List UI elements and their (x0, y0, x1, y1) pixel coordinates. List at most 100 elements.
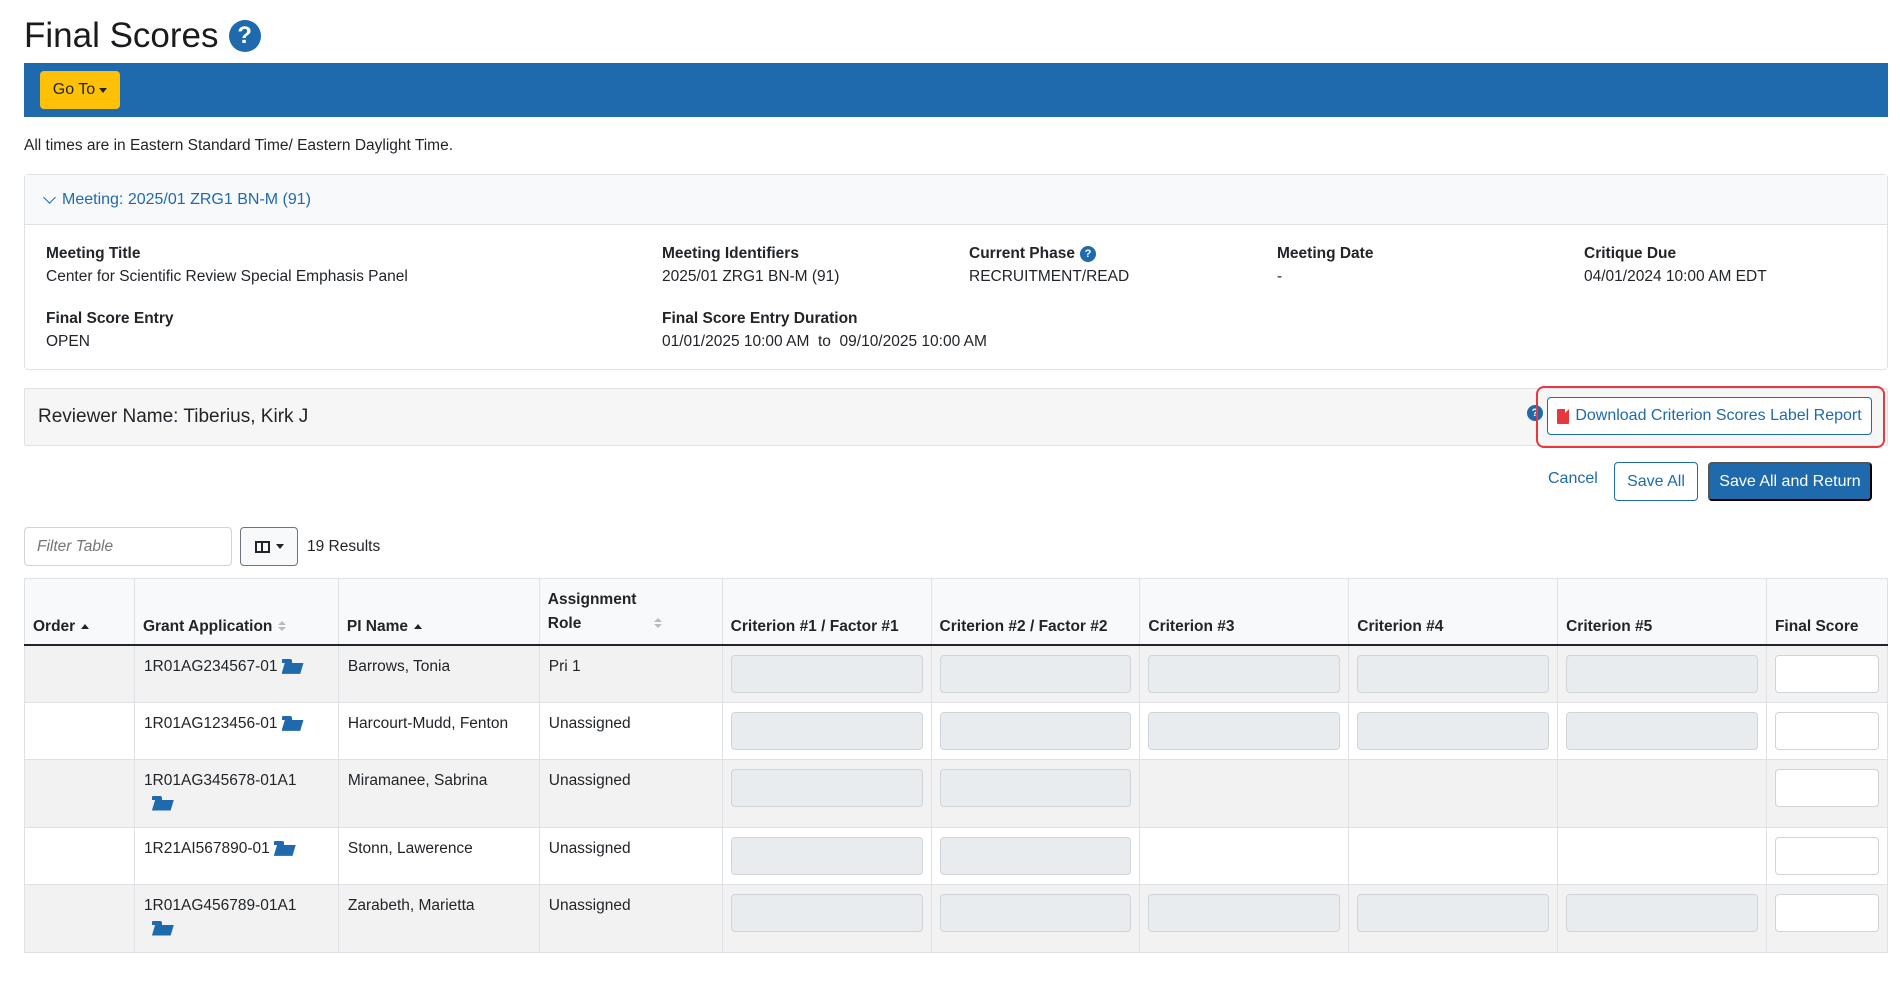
criterion-cell (1139, 826, 1350, 885)
field-label: Final Score Entry (46, 310, 174, 327)
role-cell: Unassigned (538, 883, 723, 953)
field-value: RECRUITMENT/READ (969, 268, 1130, 285)
header-label: PI Name (346, 617, 409, 635)
final-score-cell (1765, 883, 1889, 953)
folder-open-icon[interactable] (281, 715, 304, 731)
criterion-cell (721, 883, 932, 953)
criterion-cell (1348, 826, 1559, 885)
criterion-score-field (939, 654, 1132, 693)
header-criterion-1: Criterion #1 / Factor #1 (721, 578, 932, 646)
timezone-note: All times are in Eastern Standard Time/ … (24, 137, 454, 154)
criterion-cell (721, 644, 932, 703)
table-row: 1R01AG234567-01 Barrows, Tonia Pri 1 (24, 644, 1889, 703)
field-value: 01/01/2025 10:00 AM to 09/10/2025 10:00 … (662, 333, 987, 350)
header-order[interactable]: Order (24, 578, 135, 646)
criterion-score-field (1148, 893, 1341, 932)
grant-id: 1R01AG456789-01A1 (143, 896, 297, 914)
page-title: Final Scores ? (24, 16, 261, 56)
folder-open-icon[interactable] (151, 920, 174, 936)
header-grant[interactable]: Grant Application (133, 578, 339, 646)
criterion-cell (930, 701, 1141, 760)
table-header-row: Order Grant Application PI Name Assignme… (24, 578, 1889, 646)
goto-label: Go To (52, 81, 96, 98)
final-score-input[interactable] (1774, 836, 1879, 875)
final-score-input[interactable] (1774, 893, 1879, 932)
criterion-score-field (730, 711, 923, 750)
goto-dropdown-button[interactable]: Go To (40, 71, 120, 109)
header-criterion-4: Criterion #4 (1348, 578, 1559, 646)
criterion-score-field (1566, 893, 1758, 932)
pi-name-cell: Zarabeth, Marietta (337, 883, 540, 953)
folder-open-icon[interactable] (151, 795, 174, 811)
criterion-cell (1348, 701, 1559, 760)
criterion-cell (1557, 644, 1767, 703)
field-value: OPEN (46, 333, 90, 350)
field-label: Critique Due (1584, 245, 1677, 262)
filter-table-input[interactable] (24, 527, 232, 566)
entry-duration-field: Final Score Entry Duration 01/01/2025 10… (662, 310, 987, 351)
field-label: Final Score Entry Duration (662, 310, 858, 327)
grant-id: 1R21AI567890-01 (143, 839, 270, 857)
order-cell (24, 701, 135, 760)
help-icon[interactable]: ? (228, 20, 261, 52)
criterion-cell (1139, 758, 1350, 828)
pdf-icon (1557, 408, 1570, 424)
role-cell: Unassigned (538, 701, 723, 760)
header-criterion-3: Criterion #3 (1139, 578, 1350, 646)
meeting-panel: Meeting: 2025/01 ZRG1 BN-M (91) Meeting … (24, 174, 1888, 370)
criterion-score-field (730, 893, 923, 932)
folder-open-icon[interactable] (281, 658, 304, 674)
save-all-button[interactable]: Save All (1614, 462, 1698, 501)
reviewer-name: Reviewer Name: Tiberius, Kirk J (38, 406, 309, 427)
sort-icon (653, 618, 662, 629)
sort-asc-icon (414, 623, 423, 629)
criterion-score-field (939, 893, 1132, 932)
field-value: Center for Scientific Review Special Emp… (46, 268, 408, 285)
critique-due-field: Critique Due 04/01/2024 10:00 AM EDT (1584, 245, 1767, 286)
grant-id: 1R01AG345678-01A1 (143, 771, 297, 789)
final-score-cell (1765, 701, 1889, 760)
folder-open-icon[interactable] (273, 840, 296, 856)
criterion-score-field (939, 768, 1132, 807)
column-toggle-button[interactable] (240, 527, 298, 566)
header-final-score: Final Score (1765, 578, 1889, 646)
header-pi-name[interactable]: PI Name (337, 578, 540, 646)
criterion-score-field (1357, 711, 1550, 750)
field-value: 2025/01 ZRG1 BN-M (91) (662, 268, 840, 285)
caret-down-icon (275, 544, 284, 549)
results-count: 19 Results (307, 538, 381, 555)
grant-cell: 1R01AG234567-01 (133, 644, 339, 703)
field-label-text: Current Phase (969, 245, 1075, 262)
pi-name-cell: Harcourt-Mudd, Fenton (337, 701, 540, 760)
field-label: Current Phase? (969, 245, 1129, 263)
criterion-cell (930, 883, 1141, 953)
meeting-panel-toggle[interactable]: Meeting: 2025/01 ZRG1 BN-M (91) (25, 175, 1887, 225)
grant-id: 1R01AG123456-01 (143, 714, 278, 732)
toolbar: Go To (24, 63, 1888, 117)
final-score-input[interactable] (1774, 711, 1879, 750)
criterion-cell (930, 644, 1141, 703)
criterion-cell (721, 826, 932, 885)
final-score-input[interactable] (1774, 654, 1879, 693)
criterion-cell (1557, 758, 1767, 828)
field-label: Meeting Identifiers (662, 245, 799, 262)
grant-cell: 1R01AG456789-01A1 (133, 883, 339, 953)
criterion-cell (1348, 883, 1559, 953)
grant-cell: 1R21AI567890-01 (133, 826, 339, 885)
sort-icon (278, 621, 287, 632)
cancel-link[interactable]: Cancel (1548, 470, 1598, 488)
download-report-button[interactable]: Download Criterion Scores Label Report (1547, 397, 1872, 435)
final-score-entry-field: Final Score Entry OPEN (46, 310, 173, 351)
final-score-input[interactable] (1774, 768, 1879, 807)
help-icon[interactable]: ? (1079, 246, 1096, 262)
field-value: 04/01/2024 10:00 AM EDT (1584, 268, 1767, 285)
header-role[interactable]: Assignment Role (538, 578, 723, 646)
grant-cell: 1R01AG345678-01A1 (133, 758, 339, 828)
header-label: Grant Application (142, 617, 273, 635)
save-all-return-button[interactable]: Save All and Return (1708, 462, 1872, 501)
criterion-score-field (1566, 654, 1758, 693)
order-cell (24, 826, 135, 885)
pi-name-cell: Barrows, Tonia (337, 644, 540, 703)
table-row: 1R01AG123456-01 Harcourt-Mudd, Fenton Unas… (24, 701, 1889, 760)
role-cell: Unassigned (538, 758, 723, 828)
